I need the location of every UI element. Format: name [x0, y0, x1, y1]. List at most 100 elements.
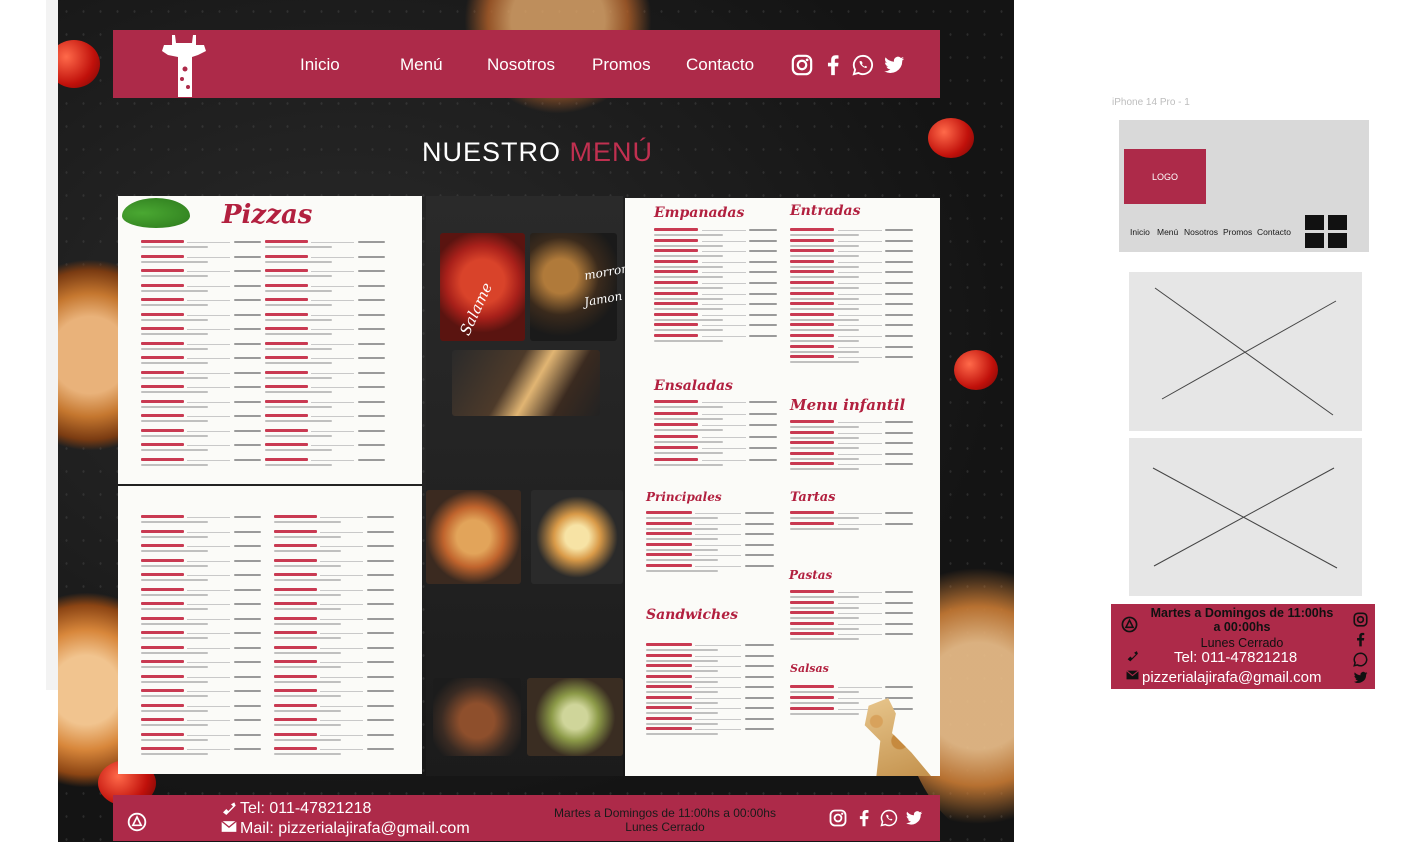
menu-item-description-line	[265, 434, 332, 437]
pastas-heading: Pastas	[789, 568, 833, 582]
menu-item-title-line	[646, 653, 692, 657]
menu-item-price-line	[749, 282, 777, 284]
menu-item-description-line	[654, 463, 723, 466]
menu-item-description-line	[141, 304, 208, 306]
menu-item-title-line	[274, 747, 317, 750]
twitter-icon[interactable]	[883, 54, 905, 76]
menu-item-title-line	[654, 249, 698, 253]
menu-item-title-line	[654, 270, 698, 274]
menu-item-leader-line	[187, 618, 230, 620]
menu-item-price-line	[745, 686, 774, 688]
menu-item-title-line	[141, 515, 184, 518]
menu-item-price-line	[234, 646, 261, 649]
menu-item-price-line	[358, 444, 385, 446]
menu-item-title-line	[790, 441, 834, 444]
menu-item-leader-line	[702, 251, 746, 253]
menu-item-title-line	[790, 334, 834, 337]
menu-item-price-line	[749, 412, 777, 415]
facebook-icon[interactable]	[822, 54, 844, 76]
menu-item-price-line	[749, 260, 777, 263]
mobile-frame-label[interactable]: iPhone 14 Pro - 1	[1112, 97, 1190, 108]
mobile-twitter-icon[interactable]	[1353, 670, 1368, 685]
mobile-nav-promos[interactable]: Promos	[1223, 227, 1252, 237]
menu-item-title-line	[646, 542, 692, 546]
menu-item-title-line	[790, 462, 834, 465]
nav-item-contacto[interactable]: Contacto	[686, 56, 754, 74]
menu-item-price-line	[749, 435, 777, 438]
menu-item-description-line	[265, 318, 332, 321]
mobile-logo[interactable]: LOGO	[1124, 149, 1206, 204]
menu-item-description-line	[265, 246, 332, 248]
footer-phone[interactable]: Tel: 011-47821218	[240, 800, 371, 818]
mobile-nav-contacto[interactable]: Contacto	[1257, 227, 1291, 237]
menu-item-leader-line	[695, 534, 741, 535]
menu-item-title-line	[646, 716, 692, 720]
grid-menu-icon[interactable]	[1305, 215, 1347, 248]
menu-item-title-line	[265, 254, 308, 258]
menu-item-title-line	[790, 323, 834, 327]
menu-item-price-line	[234, 574, 261, 576]
mobile-nav-nosotros[interactable]: Nosotros	[1184, 227, 1218, 237]
menu-item-price-line	[234, 429, 261, 432]
whatsapp-icon[interactable]	[880, 809, 898, 827]
menu-item-leader-line	[187, 589, 230, 591]
menu-item-description-line	[274, 709, 341, 712]
menu-item-description-line	[274, 753, 341, 755]
menu-item-description-line	[141, 724, 208, 726]
menu-item-description-line	[141, 608, 208, 610]
menu-item-price-line	[749, 229, 777, 231]
mobile-instagram-icon[interactable]	[1353, 612, 1368, 627]
menu-item-description-line	[646, 659, 718, 662]
menu-item-leader-line	[838, 698, 882, 699]
menu-item-title-line	[654, 302, 698, 306]
menu-item-description-line	[654, 318, 723, 321]
menu-item-price-line	[234, 313, 261, 316]
menu-item-description-line	[274, 637, 341, 639]
menu-item-title-line	[265, 356, 308, 359]
mobile-facebook-icon[interactable]	[1353, 632, 1368, 647]
menu-item-description-line	[265, 304, 332, 306]
menu-item-description-line	[141, 463, 208, 466]
footer-email[interactable]: Mail: pizzerialajirafa@gmail.com	[240, 820, 470, 838]
nav-item-menu[interactable]: Menú	[400, 56, 443, 74]
mobile-nav-inicio[interactable]: Inicio	[1130, 227, 1150, 237]
menu-item-title-line	[141, 457, 184, 461]
menu-item-description-line	[790, 426, 859, 428]
nav-item-promos[interactable]: Promos	[592, 56, 651, 74]
menu-item-leader-line	[187, 662, 230, 663]
mobile-phone[interactable]: Tel: 011-47821218	[1174, 649, 1297, 666]
menu-item-price-line	[745, 728, 774, 730]
menu-item-price-line	[234, 328, 261, 330]
menu-item-title-line	[790, 355, 834, 359]
menu-item-description-line	[790, 617, 859, 619]
whatsapp-icon[interactable]	[852, 54, 874, 76]
menu-item-title-line	[265, 269, 308, 272]
tomato-decoration	[954, 350, 998, 390]
menu-item-price-line	[234, 603, 261, 605]
menu-item-price-line	[367, 675, 394, 678]
menu-item-leader-line	[320, 734, 363, 736]
nav-item-inicio[interactable]: Inicio	[300, 56, 340, 74]
mobile-whatsapp-icon[interactable]	[1353, 652, 1368, 667]
menu-item-description-line	[646, 527, 718, 530]
menu-item-price-line	[234, 690, 261, 692]
instagram-icon[interactable]	[829, 809, 847, 827]
menu-item-leader-line	[695, 645, 741, 646]
menu-item-leader-line	[702, 240, 746, 242]
instagram-icon[interactable]	[791, 54, 813, 76]
menu-item-title-line	[646, 674, 692, 678]
menu-item-description-line	[790, 527, 859, 530]
menu-item-title-line	[265, 327, 308, 330]
menu-item-description-line	[790, 517, 859, 519]
entradas-heading: Entradas	[790, 203, 861, 219]
twitter-icon[interactable]	[905, 809, 923, 827]
menu-item-price-line	[885, 633, 913, 635]
mobile-email[interactable]: pizzerialajirafa@gmail.com	[1142, 669, 1321, 686]
menu-item-description-line	[790, 287, 859, 289]
mobile-nav-menu[interactable]: Menú	[1157, 227, 1178, 237]
nav-item-nosotros[interactable]: Nosotros	[487, 56, 555, 74]
facebook-icon[interactable]	[855, 809, 873, 827]
menu-item-leader-line	[702, 436, 746, 438]
menu-item-description-line	[274, 666, 341, 668]
menu-item-price-line	[885, 292, 913, 295]
